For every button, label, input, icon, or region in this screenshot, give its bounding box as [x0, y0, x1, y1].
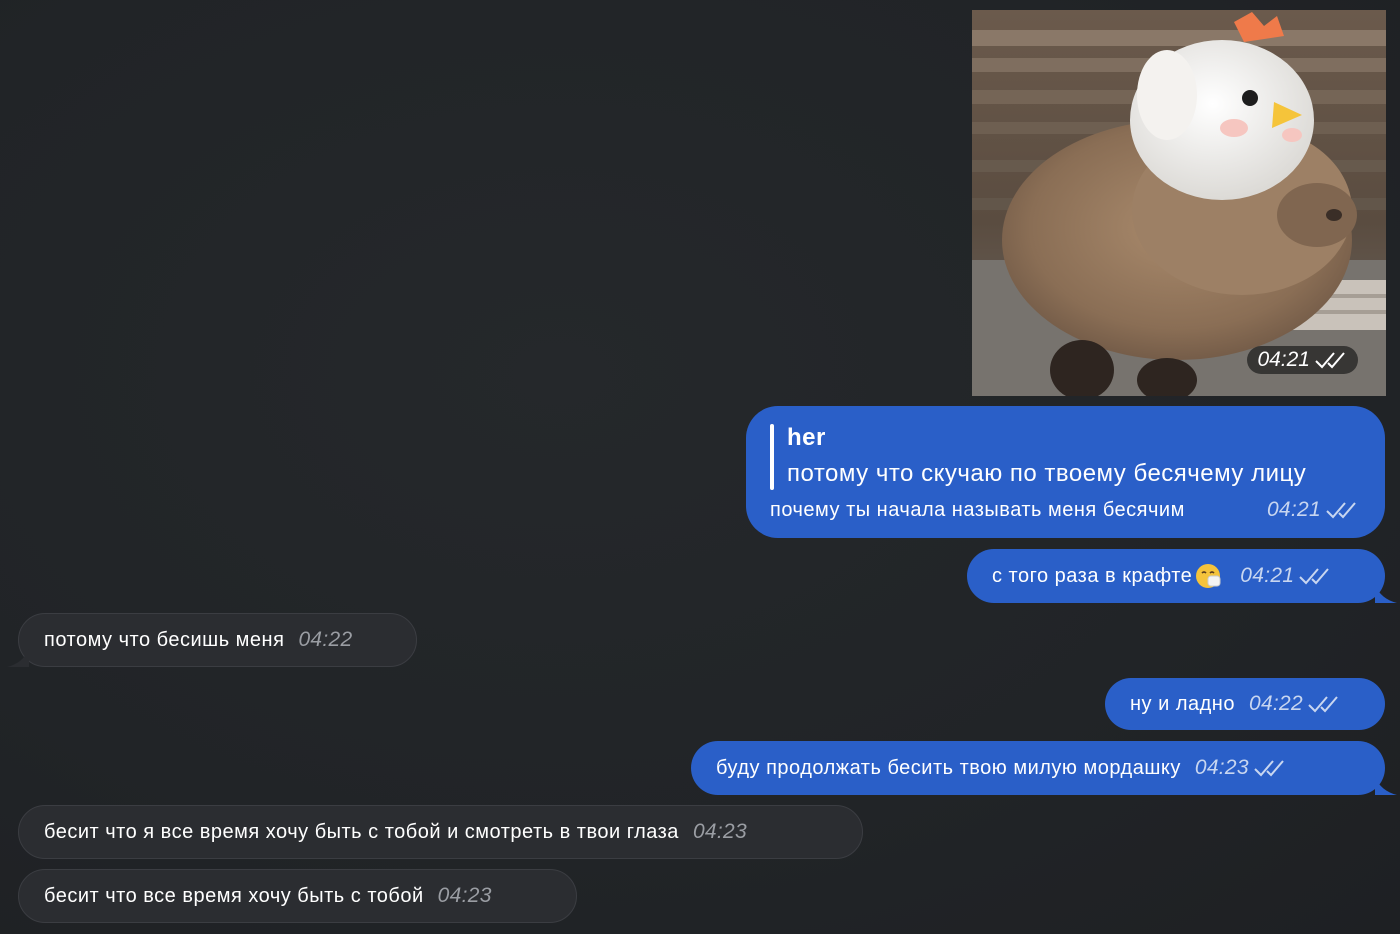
photo-time-label: 04:21: [1257, 348, 1310, 371]
message-text: ну и ладно: [1130, 692, 1235, 715]
reply-author[interactable]: her: [787, 424, 826, 452]
incoming-message[interactable]: бесит что я все время хочу быть с тобой …: [18, 805, 863, 859]
reply-quote-bar: [770, 424, 774, 490]
message-text: потому что бесишь меня: [44, 628, 285, 651]
double-check-icon: [1308, 696, 1338, 713]
message-text: бесит что все время хочу быть с тобой: [44, 884, 424, 907]
message-text: буду продолжать бесить твою милую мордаш…: [716, 756, 1181, 779]
outgoing-message[interactable]: буду продолжать бесить твою милую мордаш…: [691, 741, 1397, 795]
chat-window: 04:21 her потому что скучаю по твоему бе…: [0, 0, 1400, 934]
time-label: 04:21: [1266, 498, 1321, 521]
bubble-tail: [1375, 585, 1397, 603]
time-label: 04:22: [298, 628, 353, 651]
bubble-tail: [1375, 777, 1397, 795]
bubble-tail: [7, 649, 29, 667]
message-text: почему ты начала называть меня бесячим: [770, 499, 1185, 521]
message-timestamp: 04:21: [1267, 498, 1359, 522]
double-check-icon: [1315, 352, 1345, 369]
time-label: 04:23: [1194, 756, 1249, 779]
sneezing-face-emoji: [1196, 564, 1221, 588]
outgoing-message[interactable]: ну и ладно 04:22: [1105, 678, 1385, 730]
capybara-photo: [972, 10, 1386, 396]
incoming-message[interactable]: бесит что все время хочу быть с тобой 04…: [18, 869, 577, 923]
time-label: 04:22: [1248, 692, 1304, 715]
outgoing-message[interactable]: с того раза в крафте 04:21: [967, 549, 1397, 603]
double-check-icon: [1326, 502, 1356, 519]
message-text: бесит что я все время хочу быть с тобой …: [44, 820, 679, 843]
outgoing-message-reply[interactable]: her потому что скучаю по твоему бесячему…: [746, 406, 1385, 538]
reply-quoted-text[interactable]: потому что скучаю по твоему бесячему лиц…: [787, 460, 1306, 488]
time-label: 04:23: [692, 820, 747, 843]
time-label: 04:21: [1240, 564, 1295, 587]
time-label: 04:23: [437, 884, 492, 907]
double-check-icon: [1299, 568, 1330, 585]
double-check-icon: [1254, 760, 1284, 777]
message-text: с того раза в крафте: [992, 564, 1193, 587]
incoming-message[interactable]: потому что бесишь меня 04:22: [7, 613, 417, 667]
photo-message[interactable]: 04:21: [972, 10, 1386, 396]
photo-timestamp: 04:21: [1247, 346, 1358, 374]
